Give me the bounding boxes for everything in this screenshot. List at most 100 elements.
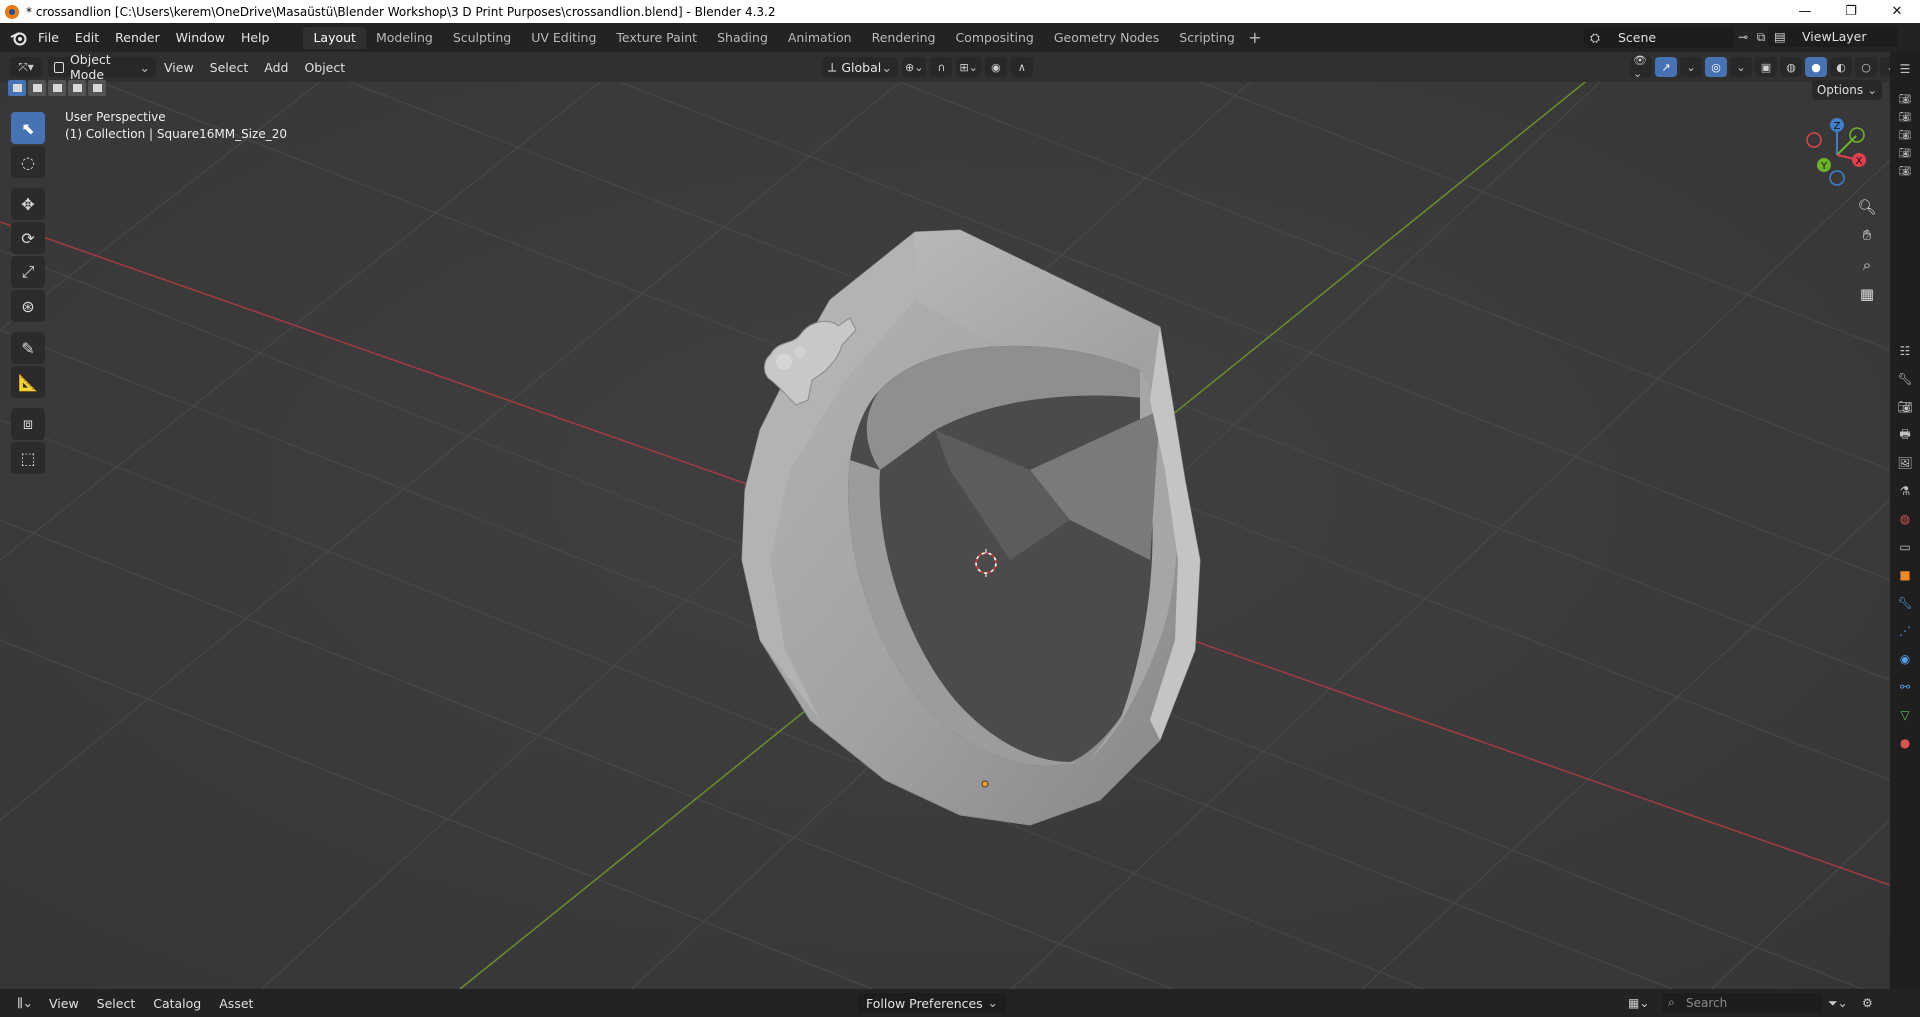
- modifier-properties-icon[interactable]: 🔧︎: [1894, 592, 1916, 614]
- tab-animation[interactable]: Animation: [778, 27, 862, 49]
- camera-restrict-icon[interactable]: 📷︎: [1896, 144, 1914, 162]
- add-primitive-tool[interactable]: ⬚: [11, 442, 45, 474]
- cursor-tool[interactable]: ◌: [11, 146, 45, 178]
- scale-tool[interactable]: ⤢: [11, 256, 45, 288]
- options-button[interactable]: Options ⌄: [1812, 80, 1882, 100]
- menu-help[interactable]: Help: [233, 27, 278, 49]
- pivot-point-button[interactable]: ⊕⌄: [902, 57, 927, 77]
- z-axis-neg-handle[interactable]: [1829, 170, 1845, 186]
- tab-rendering[interactable]: Rendering: [862, 27, 946, 49]
- bottom-menu-view[interactable]: View: [40, 996, 88, 1011]
- add-cube-tool[interactable]: ⧈: [11, 408, 45, 440]
- object-properties-icon[interactable]: ■: [1894, 564, 1916, 586]
- properties-icon[interactable]: ☷: [1894, 340, 1916, 362]
- bottom-menu-asset[interactable]: Asset: [210, 996, 262, 1011]
- menu-file[interactable]: File: [30, 27, 67, 49]
- wireframe-shading-button[interactable]: ◍: [1780, 57, 1802, 77]
- gizmo-menu-button[interactable]: ⌄: [1680, 57, 1702, 77]
- output-properties-icon[interactable]: 🖶: [1894, 424, 1916, 446]
- tab-texture-paint[interactable]: Texture Paint: [606, 27, 707, 49]
- data-properties-icon[interactable]: ▽: [1894, 704, 1916, 726]
- menu-render[interactable]: Render: [107, 27, 168, 49]
- overlay-toggle-button[interactable]: ◎: [1705, 57, 1727, 77]
- tab-compositing[interactable]: Compositing: [945, 27, 1043, 49]
- camera-restrict-icon[interactable]: 📷︎: [1896, 126, 1914, 144]
- scene-selector[interactable]: ⛭ Scene ⊸ ⧉ ✕: [1584, 26, 1788, 48]
- material-properties-icon[interactable]: ●: [1894, 732, 1916, 754]
- xray-toggle-button[interactable]: ▣: [1755, 57, 1777, 77]
- viewport-menu-select[interactable]: Select: [202, 60, 257, 75]
- view-layer-selector[interactable]: ▤ ViewLayer: [1768, 26, 1898, 48]
- blender-logo-icon[interactable]: [8, 27, 30, 49]
- import-method-select[interactable]: Follow Preferences ⌄: [858, 993, 1006, 1013]
- minimize-button[interactable]: —: [1782, 0, 1828, 23]
- select-invert-button[interactable]: [68, 80, 86, 96]
- tab-layout[interactable]: Layout: [303, 26, 366, 49]
- material-shading-button[interactable]: ◐: [1830, 57, 1852, 77]
- menu-edit[interactable]: Edit: [67, 27, 107, 49]
- move-tool[interactable]: ✥: [11, 188, 45, 220]
- viewport-menu-object[interactable]: Object: [296, 60, 353, 75]
- tab-sculpting[interactable]: Sculpting: [443, 27, 521, 49]
- menu-window[interactable]: Window: [168, 27, 233, 49]
- tab-shading[interactable]: Shading: [707, 27, 778, 49]
- tab-geometry-nodes[interactable]: Geometry Nodes: [1044, 27, 1169, 49]
- annotate-tool[interactable]: ✎: [11, 332, 45, 364]
- falloff-button[interactable]: ∧: [1010, 57, 1033, 77]
- y-axis-handle[interactable]: [1849, 127, 1865, 143]
- outliner-icon[interactable]: ☰: [1894, 58, 1916, 80]
- pan-button[interactable]: ✋︎: [1854, 222, 1880, 248]
- scene-field[interactable]: ⛭ Scene: [1584, 26, 1734, 48]
- navigation-gizmo[interactable]: Z Y X: [1800, 116, 1870, 190]
- close-button[interactable]: ✕: [1874, 0, 1920, 23]
- snap-target-button[interactable]: ⊞⌄: [956, 57, 981, 77]
- world-properties-icon[interactable]: ◍: [1894, 508, 1916, 530]
- constraints-properties-icon[interactable]: ⚯: [1894, 676, 1916, 698]
- measure-tool[interactable]: 📐: [11, 366, 45, 398]
- view-layer-properties-icon[interactable]: 🖼︎: [1894, 452, 1916, 474]
- collection-properties-icon[interactable]: ▭: [1894, 536, 1916, 558]
- solid-shading-button[interactable]: ●: [1805, 57, 1827, 77]
- select-new-button[interactable]: [8, 80, 26, 96]
- display-mode-button[interactable]: ▦⌄: [1628, 993, 1649, 1013]
- overlay-menu-button[interactable]: ⌄: [1730, 57, 1752, 77]
- zoom-button[interactable]: 🔍︎: [1854, 194, 1880, 220]
- camera-view-button[interactable]: ⌕: [1854, 252, 1880, 278]
- preferences-button[interactable]: ⚙: [1862, 993, 1873, 1013]
- object-mode-select[interactable]: Object Mode ⌄: [48, 52, 156, 82]
- editor-type-button[interactable]: ⫼⌄: [10, 993, 40, 1013]
- tab-uv-editing[interactable]: UV Editing: [521, 27, 606, 49]
- rendered-shading-button[interactable]: ○: [1855, 57, 1877, 77]
- filter-button[interactable]: ⏷⌄: [1828, 993, 1848, 1013]
- select-box-tool[interactable]: ⬉: [11, 112, 45, 144]
- gizmo-toggle-button[interactable]: ↗: [1655, 57, 1677, 77]
- viewport-menu-view[interactable]: View: [156, 60, 202, 75]
- physics-properties-icon[interactable]: ◉: [1894, 648, 1916, 670]
- view-layer-field[interactable]: ▤ ViewLayer: [1768, 26, 1898, 47]
- particles-properties-icon[interactable]: ⋰: [1894, 620, 1916, 642]
- select-intersect-button[interactable]: [88, 80, 106, 96]
- select-extend-button[interactable]: [28, 80, 46, 96]
- transform-orientation-select[interactable]: ⟂ Global ⌄: [822, 57, 898, 77]
- 3d-viewport[interactable]: [0, 82, 1890, 989]
- tab-modeling[interactable]: Modeling: [366, 27, 443, 49]
- select-subtract-button[interactable]: [48, 80, 66, 96]
- viewport-menu-add[interactable]: Add: [256, 60, 296, 75]
- bottom-menu-catalog[interactable]: Catalog: [144, 996, 210, 1011]
- snap-toggle-button[interactable]: ∩: [930, 57, 953, 77]
- scene-properties-icon[interactable]: ⚗: [1894, 480, 1916, 502]
- maximize-button[interactable]: ❐: [1828, 0, 1874, 23]
- editor-type-button[interactable]: ⤧▾: [10, 57, 42, 77]
- render-properties-icon[interactable]: 📷︎: [1894, 396, 1916, 418]
- x-axis-neg-handle[interactable]: [1806, 132, 1822, 148]
- proportional-edit-button[interactable]: ◉: [984, 57, 1007, 77]
- perspective-toggle-button[interactable]: ▦: [1854, 281, 1880, 307]
- camera-restrict-icon[interactable]: 📷︎: [1896, 162, 1914, 180]
- transform-tool[interactable]: ⊛: [11, 290, 45, 322]
- rotate-tool[interactable]: ⟳: [11, 222, 45, 254]
- pin-icon[interactable]: ⊸: [1734, 28, 1752, 46]
- camera-restrict-icon[interactable]: 📷︎: [1896, 90, 1914, 108]
- bottom-menu-select[interactable]: Select: [88, 996, 145, 1011]
- add-workspace-button[interactable]: +: [1245, 28, 1265, 47]
- tab-scripting[interactable]: Scripting: [1169, 27, 1245, 49]
